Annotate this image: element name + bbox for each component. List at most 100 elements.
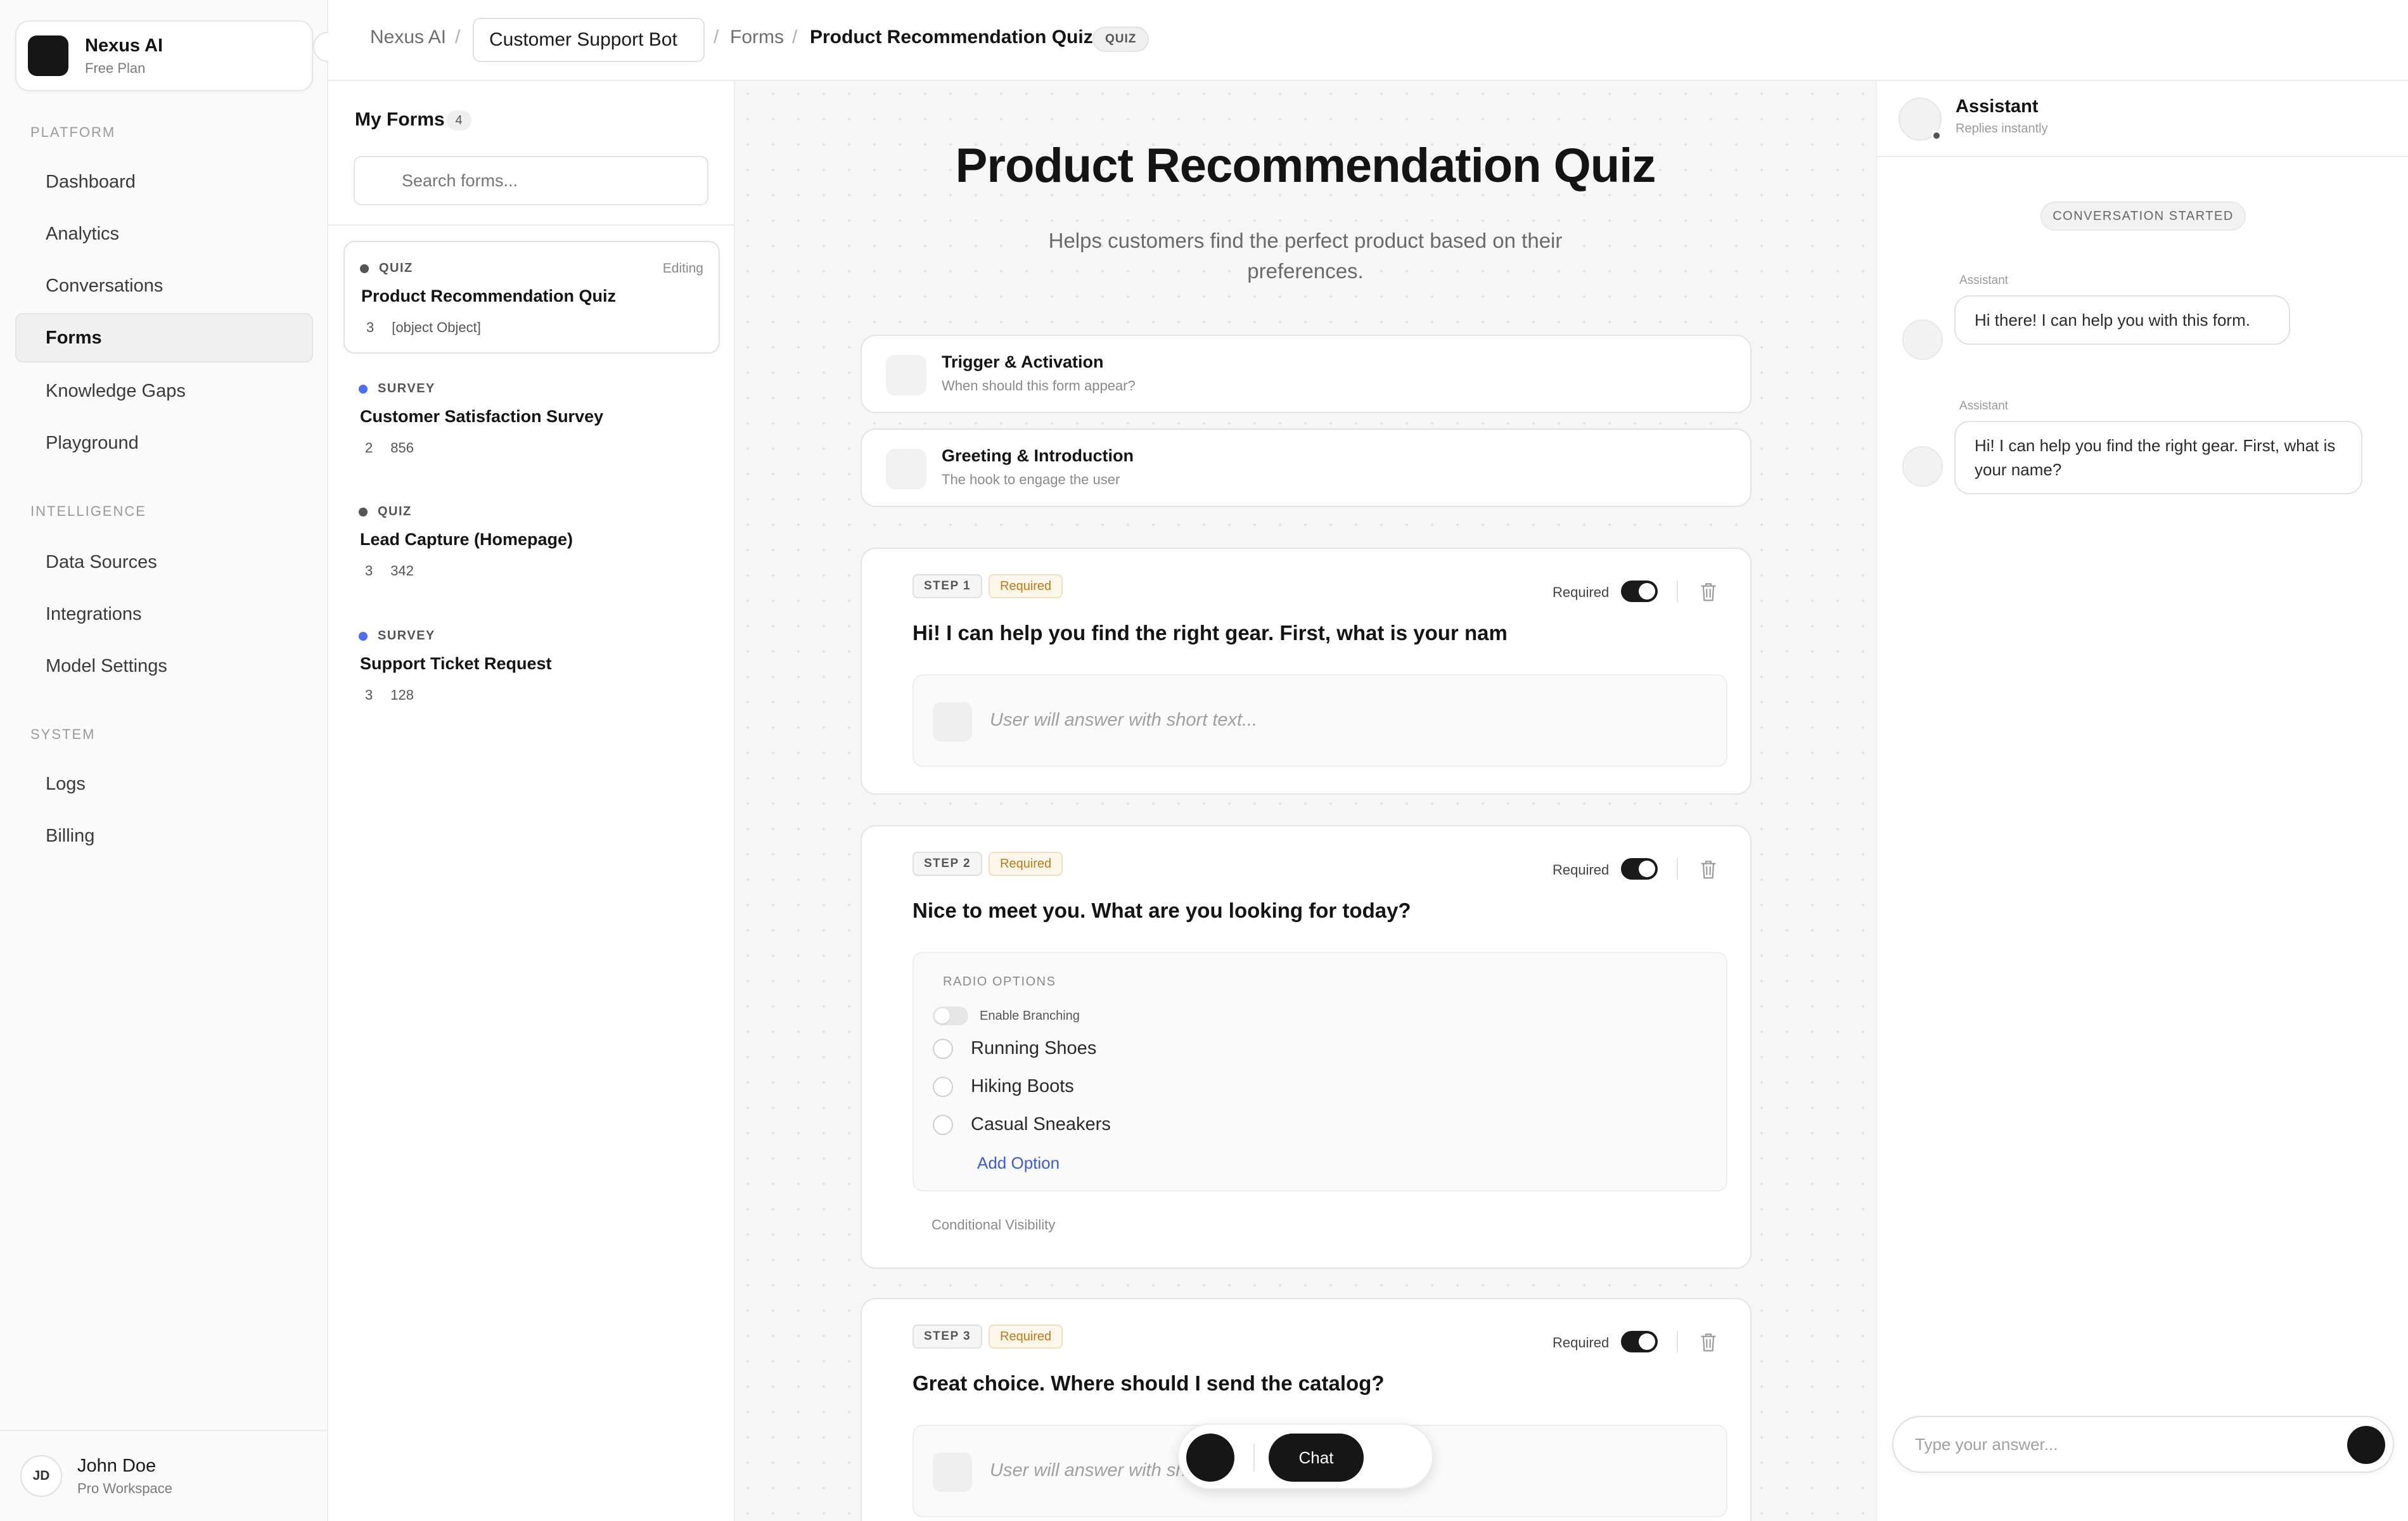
radio-options-editor: RADIO OPTIONS Enable Branching Running S…	[913, 952, 1727, 1191]
chat-mode-button[interactable]: Chat	[1269, 1434, 1364, 1482]
step-badge: STEP 2	[913, 852, 983, 876]
sidebar-item-conversations[interactable]: Conversations	[15, 261, 313, 311]
option-label[interactable]: Hiking Boots	[971, 1076, 1074, 1097]
step-badge: STEP 1	[913, 574, 983, 598]
sidebar-item-billing[interactable]: Billing	[15, 811, 313, 861]
required-badge: Required	[989, 1325, 1063, 1349]
nav-section-system: SYSTEM	[30, 726, 96, 742]
floating-toolbar: Chat	[1177, 1423, 1433, 1489]
greeting-icon	[886, 449, 926, 489]
sidebar-item-forms[interactable]: Forms	[15, 313, 313, 363]
trigger-icon	[886, 355, 926, 395]
form-list-item[interactable]: SURVEY Customer Satisfaction Survey 2 856	[343, 363, 720, 475]
sidebar-item-analytics[interactable]: Analytics	[15, 209, 313, 259]
breadcrumb-separator: /	[455, 27, 461, 48]
trash-icon[interactable]	[1698, 1331, 1719, 1354]
sidebar-item-playground[interactable]: Playground	[15, 418, 313, 468]
sidebar-item-data-sources[interactable]: Data Sources	[15, 537, 313, 587]
divider	[328, 224, 734, 226]
branching-toggle[interactable]	[933, 1006, 968, 1025]
add-option-button[interactable]: Add Option	[977, 1153, 1060, 1173]
chat-input-placeholder: Type your answer...	[1915, 1435, 2058, 1454]
required-toggle-label: Required	[1553, 1335, 1610, 1351]
assistant-name: Assistant	[1956, 96, 2039, 117]
step-card: STEP 2 Required Required Nice to meet yo…	[861, 825, 1752, 1269]
section-title: Greeting & Introduction	[942, 446, 1134, 465]
breadcrumb-root[interactable]: Nexus AI	[370, 27, 446, 48]
online-status-icon	[1931, 131, 1942, 141]
step-question[interactable]: Great choice. Where should I send the ca…	[913, 1371, 1384, 1396]
chat-message: Hi there! I can help you with this form.	[1954, 295, 2290, 345]
radio-circle[interactable]	[933, 1114, 953, 1135]
divider	[1677, 858, 1678, 880]
step-badge: STEP 3	[913, 1325, 983, 1349]
required-badge: Required	[989, 574, 1063, 598]
radio-circle[interactable]	[933, 1076, 953, 1097]
search-input[interactable]	[354, 156, 708, 205]
workspace-switcher[interactable]: Nexus AI Free Plan	[15, 20, 313, 91]
trash-icon[interactable]	[1698, 581, 1719, 603]
add-step-button[interactable]	[1186, 1434, 1234, 1482]
form-list-item[interactable]: QUIZ Editing Product Recommendation Quiz…	[343, 241, 720, 354]
form-list-item[interactable]: QUIZ Lead Capture (Homepage) 3 342	[343, 485, 720, 598]
option-label[interactable]: Running Shoes	[971, 1038, 1096, 1059]
divider	[1253, 1444, 1255, 1472]
sidebar: Nexus AI Free Plan PLATFORM Dashboard An…	[0, 0, 343, 1521]
type-dot	[359, 631, 368, 641]
radio-option[interactable]: Running Shoes	[933, 1038, 1096, 1059]
trigger-activation-section[interactable]: Trigger & Activation When should this fo…	[861, 335, 1752, 413]
page-description[interactable]: Helps customers find the perfect product…	[1014, 226, 1597, 286]
text-answer-icon	[933, 702, 972, 741]
bot-selector[interactable]: Customer Support Bot	[473, 18, 705, 62]
form-list-item[interactable]: SURVEY Support Ticket Request 3 128	[343, 610, 720, 722]
breadcrumb-current: Product Recommendation Quiz	[810, 27, 1093, 48]
user-workspace: Pro Workspace	[77, 1480, 172, 1496]
user-name: John Doe	[77, 1455, 157, 1476]
form-name: Support Ticket Request	[360, 654, 552, 673]
breadcrumb-separator: /	[714, 27, 719, 48]
form-type-badge: QUIZ	[1092, 27, 1150, 52]
form-name: Lead Capture (Homepage)	[360, 530, 573, 549]
form-editor-canvas: Product Recommendation Quiz Helps custom…	[735, 81, 1876, 1521]
forms-count-badge: 4	[446, 110, 471, 131]
page-title[interactable]: Product Recommendation Quiz	[735, 138, 1876, 193]
breadcrumb-forms[interactable]: Forms	[730, 27, 784, 48]
form-responses: 128	[390, 687, 414, 703]
user-menu[interactable]: JD John Doe Pro Workspace	[0, 1430, 327, 1521]
breadcrumb: Nexus AI / Customer Support Bot / Forms …	[328, 0, 2408, 81]
sidebar-item-model-settings[interactable]: Model Settings	[15, 641, 313, 691]
required-toggle[interactable]	[1621, 858, 1658, 880]
divider	[1677, 1331, 1678, 1352]
radio-option[interactable]: Hiking Boots	[933, 1076, 1074, 1097]
conditional-visibility-link[interactable]: Conditional Visibility	[932, 1217, 1055, 1233]
sidebar-item-dashboard[interactable]: Dashboard	[15, 157, 313, 207]
step-question[interactable]: Nice to meet you. What are you looking f…	[913, 899, 1411, 923]
option-label[interactable]: Casual Sneakers	[971, 1114, 1111, 1135]
required-toggle[interactable]	[1621, 581, 1658, 602]
greeting-section[interactable]: Greeting & Introduction The hook to enga…	[861, 428, 1752, 507]
form-type: SURVEY	[378, 382, 435, 395]
brand-name: Nexus AI	[85, 35, 163, 56]
radio-option[interactable]: Casual Sneakers	[933, 1114, 1111, 1135]
step-question[interactable]: Hi! I can help you find the right gear. …	[913, 621, 1508, 645]
required-toggle[interactable]	[1621, 1331, 1658, 1352]
message-author: Assistant	[1959, 399, 2009, 413]
required-toggle-label: Required	[1553, 584, 1610, 600]
sidebar-item-logs[interactable]: Logs	[15, 759, 313, 809]
form-type: QUIZ	[379, 261, 413, 275]
forms-list-title: My Forms	[355, 109, 445, 130]
divider	[1677, 581, 1678, 602]
assistant-avatar	[1902, 319, 1943, 360]
form-steps: 3	[365, 563, 373, 579]
avatar: JD	[20, 1455, 62, 1497]
radio-circle[interactable]	[933, 1038, 953, 1059]
answer-placeholder: User will answer with short text...	[990, 710, 1258, 730]
type-dot	[360, 264, 369, 273]
breadcrumb-separator: /	[792, 27, 798, 48]
sidebar-item-knowledge-gaps[interactable]: Knowledge Gaps	[15, 366, 313, 416]
trash-icon[interactable]	[1698, 858, 1719, 881]
send-button[interactable]	[2347, 1426, 2385, 1464]
form-responses: [object Object]	[392, 319, 481, 335]
sidebar-item-integrations[interactable]: Integrations	[15, 589, 313, 639]
chat-input[interactable]: Type your answer...	[1892, 1416, 2394, 1473]
